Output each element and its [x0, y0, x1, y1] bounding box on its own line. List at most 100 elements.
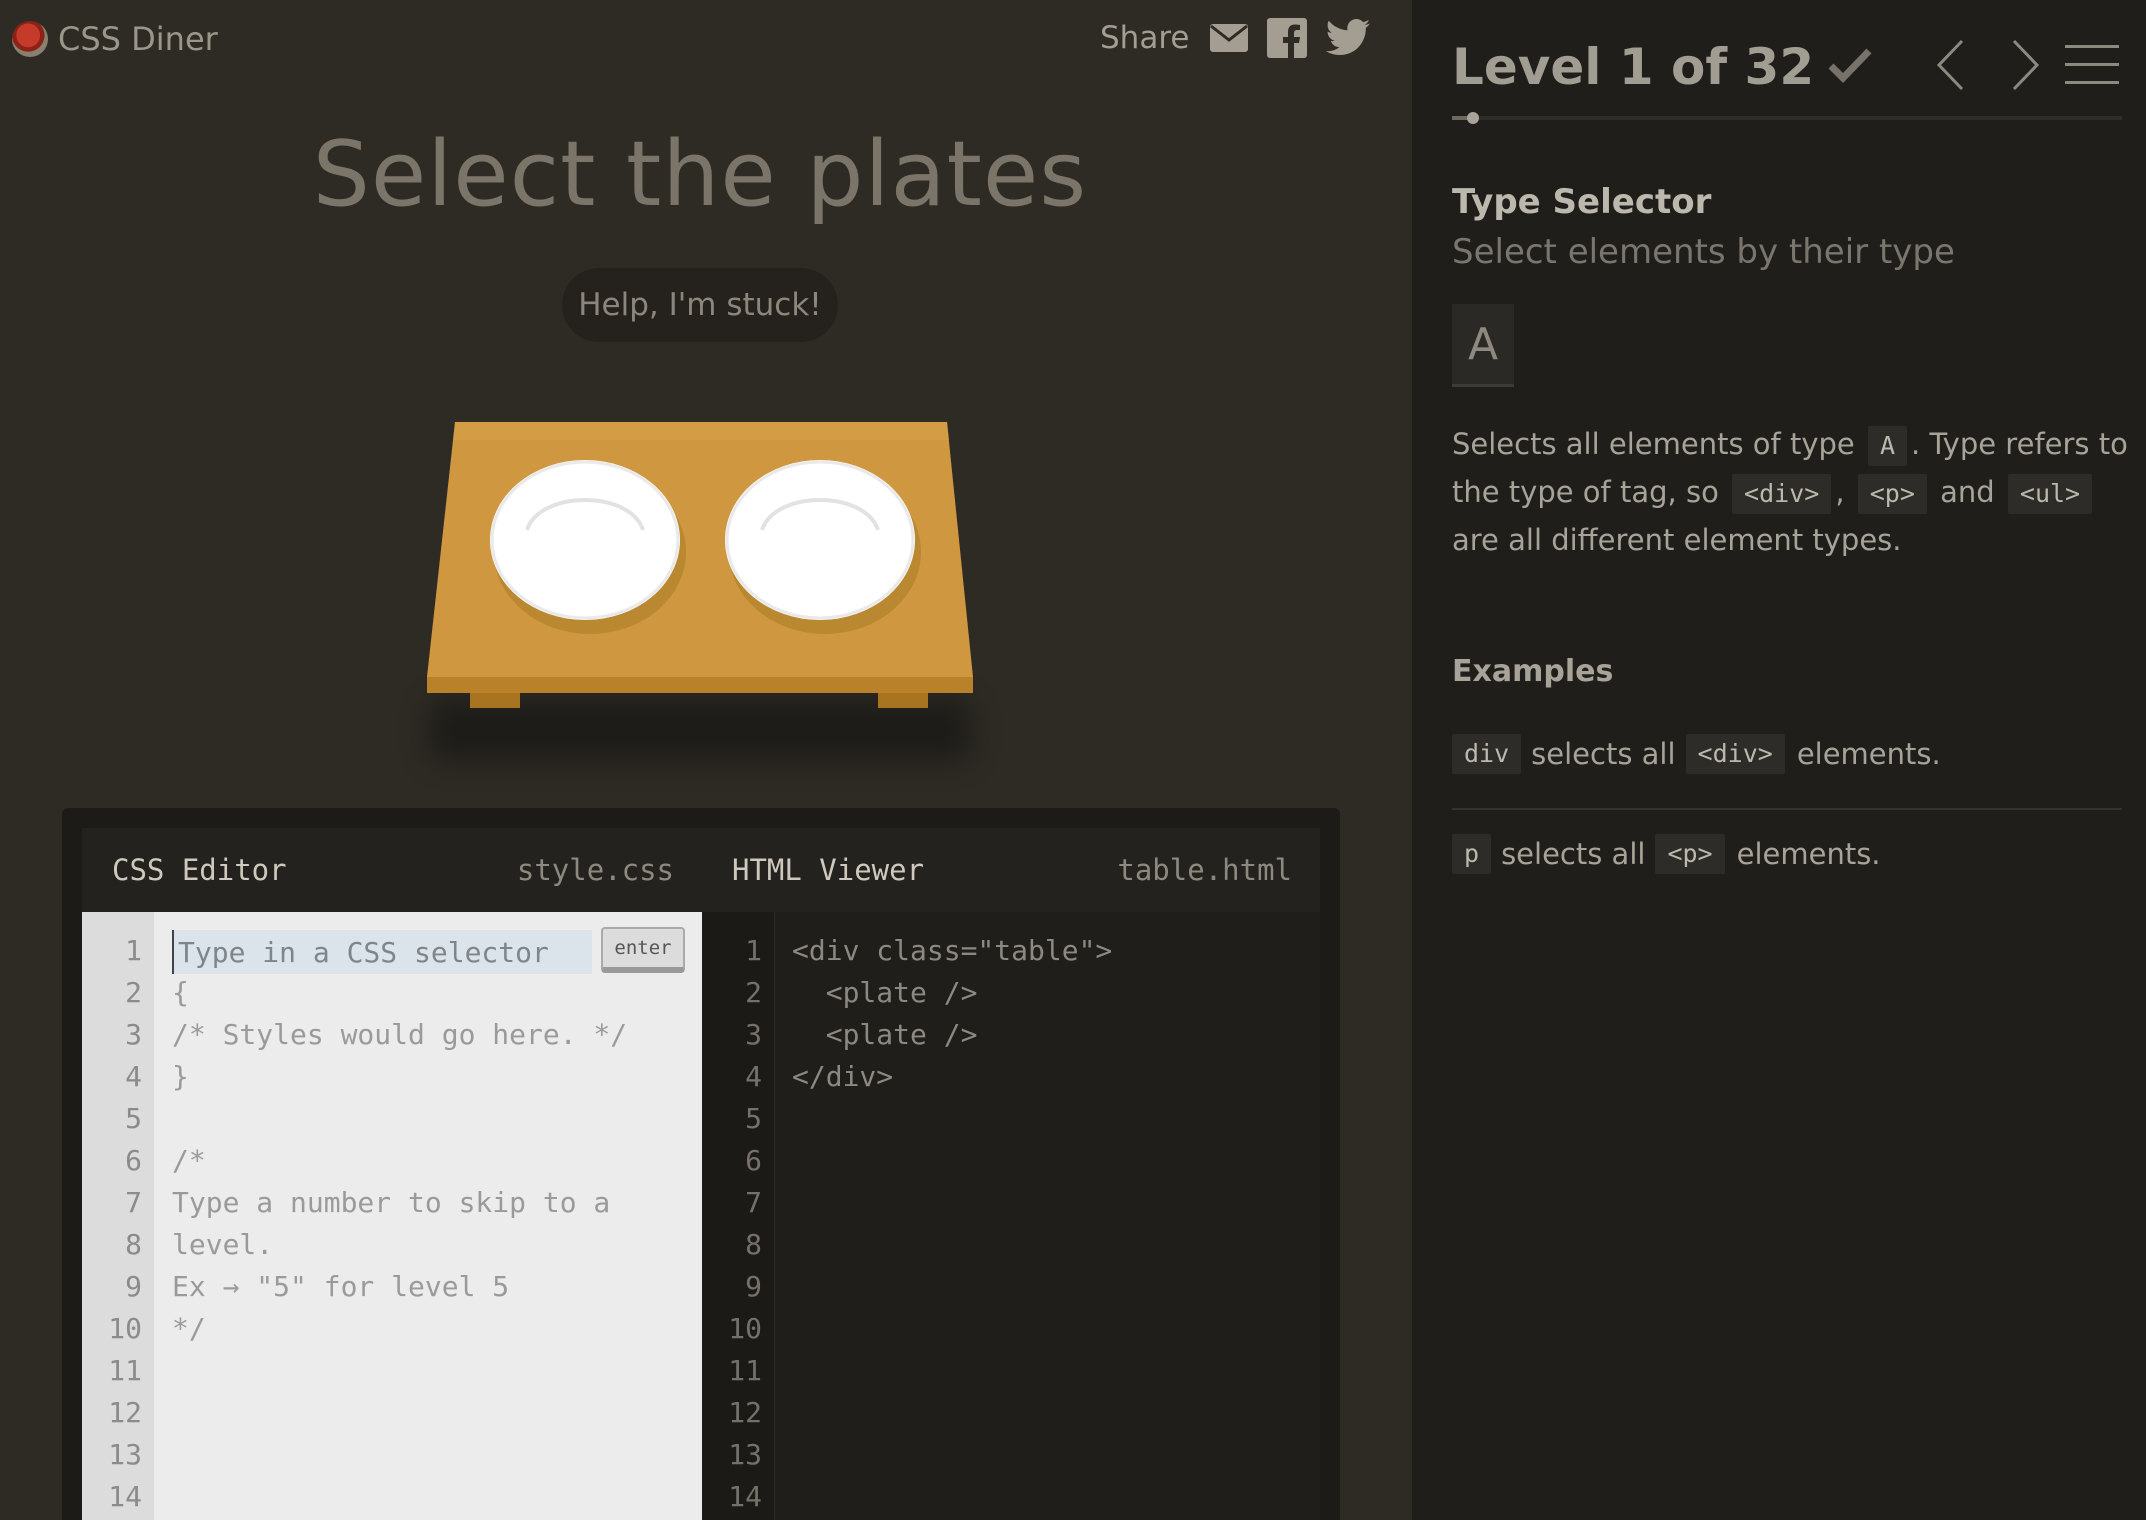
html-viewer-title: HTML Viewer — [732, 853, 925, 887]
css-selector-input[interactable] — [172, 930, 592, 974]
code-line: } — [172, 1060, 189, 1093]
line-number: 5 — [745, 1102, 762, 1135]
code-line: <div class="table"> — [792, 934, 1113, 967]
email-icon[interactable] — [1209, 23, 1249, 53]
line-number: 4 — [125, 1060, 142, 1093]
explanation-text: , — [1835, 475, 1845, 509]
example-tag: <div> — [1685, 734, 1785, 774]
code-line: Ex → "5" for level 5 — [172, 1270, 510, 1303]
line-number: 1 — [125, 934, 142, 967]
next-level-button[interactable] — [2000, 36, 2052, 98]
example-text: selects all — [1531, 737, 1676, 771]
code-line: Type a number to skip to a — [172, 1186, 611, 1219]
html-code: <div class="table"> <plate /> <plate /> <… — [792, 930, 1320, 1518]
line-number: 11 — [728, 1354, 762, 1387]
examples-divider — [1452, 808, 2122, 810]
level-progress-bar — [1452, 112, 2122, 124]
selector-name: Type Selector — [1452, 182, 1712, 222]
line-number: 1 — [745, 934, 762, 967]
logo-plate-icon — [12, 21, 48, 57]
line-number: 8 — [745, 1228, 762, 1261]
html-viewer-body: 1 2 3 4 5 6 7 8 9 10 11 12 13 14 <div class="table"> … — [702, 912, 1320, 1520]
code-line: </div> — [792, 1060, 894, 1093]
previous-level-button[interactable] — [1924, 36, 1976, 98]
line-number: 11 — [108, 1354, 142, 1387]
css-editor-title: CSS Editor — [112, 853, 287, 887]
css-editor-filename: style.css — [516, 853, 674, 887]
css-editor: CSS Editor style.css 1 2 3 4 5 6 7 8 9 10 11 12 13 14… — [82, 828, 702, 1520]
line-number: 12 — [728, 1396, 762, 1429]
chevron-left-icon — [1935, 38, 1965, 96]
line-number: 10 — [108, 1312, 142, 1345]
table — [400, 400, 1000, 770]
game-area: CSS Diner Share Select the plates Help, … — [0, 0, 1412, 1520]
line-number: 14 — [728, 1480, 762, 1513]
explanation-text: Selects all elements of type — [1452, 427, 1855, 461]
css-editor-header: CSS Editor style.css — [82, 828, 702, 912]
level-indicator: Level 1 of 32 — [1452, 38, 1815, 96]
facebook-icon[interactable] — [1267, 18, 1308, 58]
code-line: /* — [172, 1144, 206, 1177]
line-number: 8 — [125, 1228, 142, 1261]
html-viewer-filename: table.html — [1117, 853, 1292, 887]
css-editor-body: 1 2 3 4 5 6 7 8 9 10 11 12 13 14 {/* Styles would go … — [82, 912, 702, 1520]
example-item: div selects all <div> elements. — [1452, 734, 1941, 774]
line-number: 5 — [125, 1102, 142, 1135]
line-number: 2 — [745, 976, 762, 1009]
selector-syntax: A — [1452, 304, 1514, 387]
inline-code: <ul> — [2007, 474, 2093, 514]
app-logo[interactable]: CSS Diner — [12, 20, 218, 58]
level-instruction: Select the plates — [312, 122, 1088, 227]
line-number: 12 — [108, 1396, 142, 1429]
code-line: /* Styles would go here. */ — [172, 1018, 628, 1051]
selector-description: Select elements by their type — [1452, 232, 1955, 272]
inline-code: <p> — [1857, 474, 1927, 514]
table-edge — [427, 677, 973, 693]
share-bar: Share — [1100, 18, 1371, 58]
line-number: 7 — [125, 1186, 142, 1219]
explanation-text: are all different element types. — [1452, 523, 1902, 557]
code-line: <plate /> — [792, 976, 978, 1009]
app-name: CSS Diner — [58, 20, 218, 58]
line-number: 3 — [125, 1018, 142, 1051]
line-number: 13 — [108, 1438, 142, 1471]
line-number: 2 — [125, 976, 142, 1009]
line-number: 6 — [745, 1144, 762, 1177]
example-item: p selects all <p> elements. — [1452, 834, 1881, 874]
enter-button[interactable]: enter — [601, 927, 685, 973]
line-number: 6 — [125, 1144, 142, 1177]
inline-code: <div> — [1732, 474, 1832, 514]
code-line: { — [172, 976, 189, 1009]
line-number: 9 — [745, 1270, 762, 1303]
inline-code: A — [1867, 426, 1908, 466]
level-progress-marker — [1467, 112, 1479, 124]
line-number: 9 — [125, 1270, 142, 1303]
html-line-numbers: 1 2 3 4 5 6 7 8 9 10 11 12 13 14 — [702, 930, 774, 1518]
share-label: Share — [1100, 20, 1190, 56]
twitter-icon[interactable] — [1325, 19, 1371, 57]
example-suffix: elements. — [1736, 837, 1881, 871]
code-line: <plate /> — [792, 1018, 978, 1051]
level-menu-button[interactable] — [2060, 36, 2124, 98]
code-line: */ — [172, 1312, 206, 1345]
sidebar: Level 1 of 32 Type Selector Select eleme… — [1412, 0, 2146, 1520]
line-number: 7 — [745, 1186, 762, 1219]
level-header: Level 1 of 32 — [1452, 38, 1872, 96]
html-viewer-header: HTML Viewer table.html — [702, 828, 1320, 912]
example-code: div — [1452, 734, 1522, 774]
help-button[interactable]: Help, I'm stuck! — [562, 268, 838, 342]
line-number: 10 — [728, 1312, 762, 1345]
